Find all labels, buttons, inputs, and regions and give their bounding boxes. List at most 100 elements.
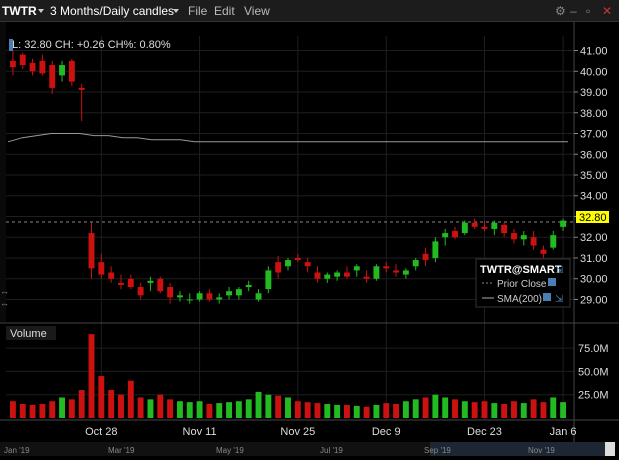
volume-bar <box>353 405 360 418</box>
price-tick-label: 29.00 <box>580 294 608 306</box>
price-chart[interactable]: L: 32.80 CH: +0.26 CH%: 0.80% 41.00 40.00… <box>0 22 619 460</box>
volume-bar <box>98 376 105 418</box>
price-tick-label: 38.00 <box>580 108 608 120</box>
candle-body <box>265 270 272 290</box>
volume-bar <box>275 395 282 418</box>
volume-bar <box>157 394 164 418</box>
price-tick-label: 41.00 <box>580 46 608 58</box>
navigator-tick-label: Jul '19 <box>320 446 343 455</box>
price-tick-label: 34.00 <box>580 191 608 203</box>
sma-settings-icon[interactable]: ⇲ <box>555 294 563 305</box>
candle-body <box>9 60 16 68</box>
navigator-tick-label: Sep '19 <box>424 446 451 455</box>
prior-close-checkbox[interactable] <box>548 278 556 286</box>
last-price-text: 32.80 <box>579 212 607 224</box>
volume-bar <box>471 402 478 418</box>
navigator-scroll-handle[interactable] <box>605 442 615 456</box>
volume-bar <box>530 399 537 418</box>
candle-body <box>108 272 115 279</box>
period-dropdown-icon[interactable] <box>173 9 179 13</box>
volume-bar <box>88 334 95 418</box>
left-arrow-icon[interactable]: ↔ <box>0 286 9 296</box>
volume-bar <box>540 402 547 418</box>
navigator-tick-label: Nov '19 <box>528 446 555 455</box>
volume-bar <box>147 399 154 418</box>
candle-body <box>147 280 154 283</box>
price-tick-label: 32.00 <box>580 232 608 244</box>
price-tick-label: 35.00 <box>580 170 608 182</box>
candle-body <box>442 233 449 238</box>
volume-bar <box>501 404 508 418</box>
candle-body <box>275 262 282 273</box>
volume-tick-label: 50.0M <box>578 366 609 378</box>
candle-body <box>49 65 56 88</box>
volume-bar <box>314 403 321 418</box>
volume-bar <box>491 403 498 418</box>
volume-bar <box>167 399 174 418</box>
price-tick-label: 37.00 <box>580 129 608 141</box>
symbol-selector[interactable]: TWTR <box>2 4 37 18</box>
candle-body <box>412 260 419 267</box>
volume-bar <box>285 397 291 418</box>
candle-body <box>127 278 134 288</box>
volume-bar <box>402 401 409 418</box>
candle-body <box>520 235 527 240</box>
candle-body <box>68 60 75 82</box>
navigator-tick-label: May '19 <box>216 446 244 455</box>
candle-body <box>393 270 400 273</box>
legend-item-prior-close: Prior Close <box>497 279 547 290</box>
date-tick-label: Dec 9 <box>372 426 401 438</box>
volume-bar <box>108 390 115 418</box>
volume-bar <box>294 401 301 418</box>
volume-bar <box>137 397 144 418</box>
volume-tick-label: 25.0M <box>578 390 609 402</box>
candle-body <box>176 295 183 298</box>
candle-body <box>432 241 439 258</box>
close-icon[interactable]: ✕ <box>602 4 612 18</box>
date-tick-label: Jan 6 <box>550 426 577 438</box>
info-marker-icon <box>9 39 13 51</box>
volume-bar <box>19 404 26 418</box>
legend-expand-icon[interactable]: ⇲ <box>555 265 563 276</box>
symbol-dropdown-icon[interactable] <box>38 9 44 13</box>
candle-body <box>118 282 124 285</box>
navigator-window[interactable] <box>430 442 605 456</box>
volume-bar <box>412 399 419 418</box>
candle-body <box>334 272 341 277</box>
volume-bar <box>196 401 203 418</box>
sma-checkbox[interactable] <box>543 293 551 301</box>
restore-icon[interactable]: ▫ <box>586 4 590 18</box>
candle-body <box>501 224 508 234</box>
volume-bar <box>59 397 65 418</box>
candle-body <box>344 272 350 277</box>
left-arrow-icon-2[interactable]: ↔ <box>0 298 9 308</box>
menu-edit[interactable]: Edit <box>214 4 235 18</box>
menu-view[interactable]: View <box>244 4 270 18</box>
legend[interactable]: TWTR@SMART ⇲ Prior Close SMA(200) ⇲ <box>475 258 571 308</box>
date-tick-label: Nov 11 <box>183 426 217 438</box>
volume-bar <box>422 397 429 418</box>
candle-body <box>78 87 85 90</box>
candle-body <box>383 266 390 269</box>
volume-bar <box>324 404 331 418</box>
volume-bar <box>432 394 439 418</box>
volume-bar <box>49 401 56 418</box>
minimize-icon[interactable]: – <box>570 4 577 18</box>
candle-body <box>530 237 537 246</box>
volume-bar <box>9 401 16 418</box>
volume-axis: 75.0M 50.0M 25.0M <box>578 343 609 402</box>
candle-body <box>402 270 409 275</box>
candle-body <box>98 262 105 275</box>
navigator-tick-label: Mar '19 <box>108 446 135 455</box>
candle-body <box>137 287 144 296</box>
candle-body <box>255 293 262 300</box>
gear-icon[interactable]: ⚙ <box>555 4 566 18</box>
left-edge <box>0 22 6 322</box>
menu-file[interactable]: File <box>188 4 207 18</box>
volume-bar <box>29 404 36 418</box>
volume-bar <box>206 404 213 418</box>
candle-body <box>314 272 321 279</box>
volume-bar <box>176 401 183 418</box>
price-tick-label: 31.00 <box>580 253 608 265</box>
period-selector[interactable]: 3 Months/Daily candles <box>50 4 174 18</box>
